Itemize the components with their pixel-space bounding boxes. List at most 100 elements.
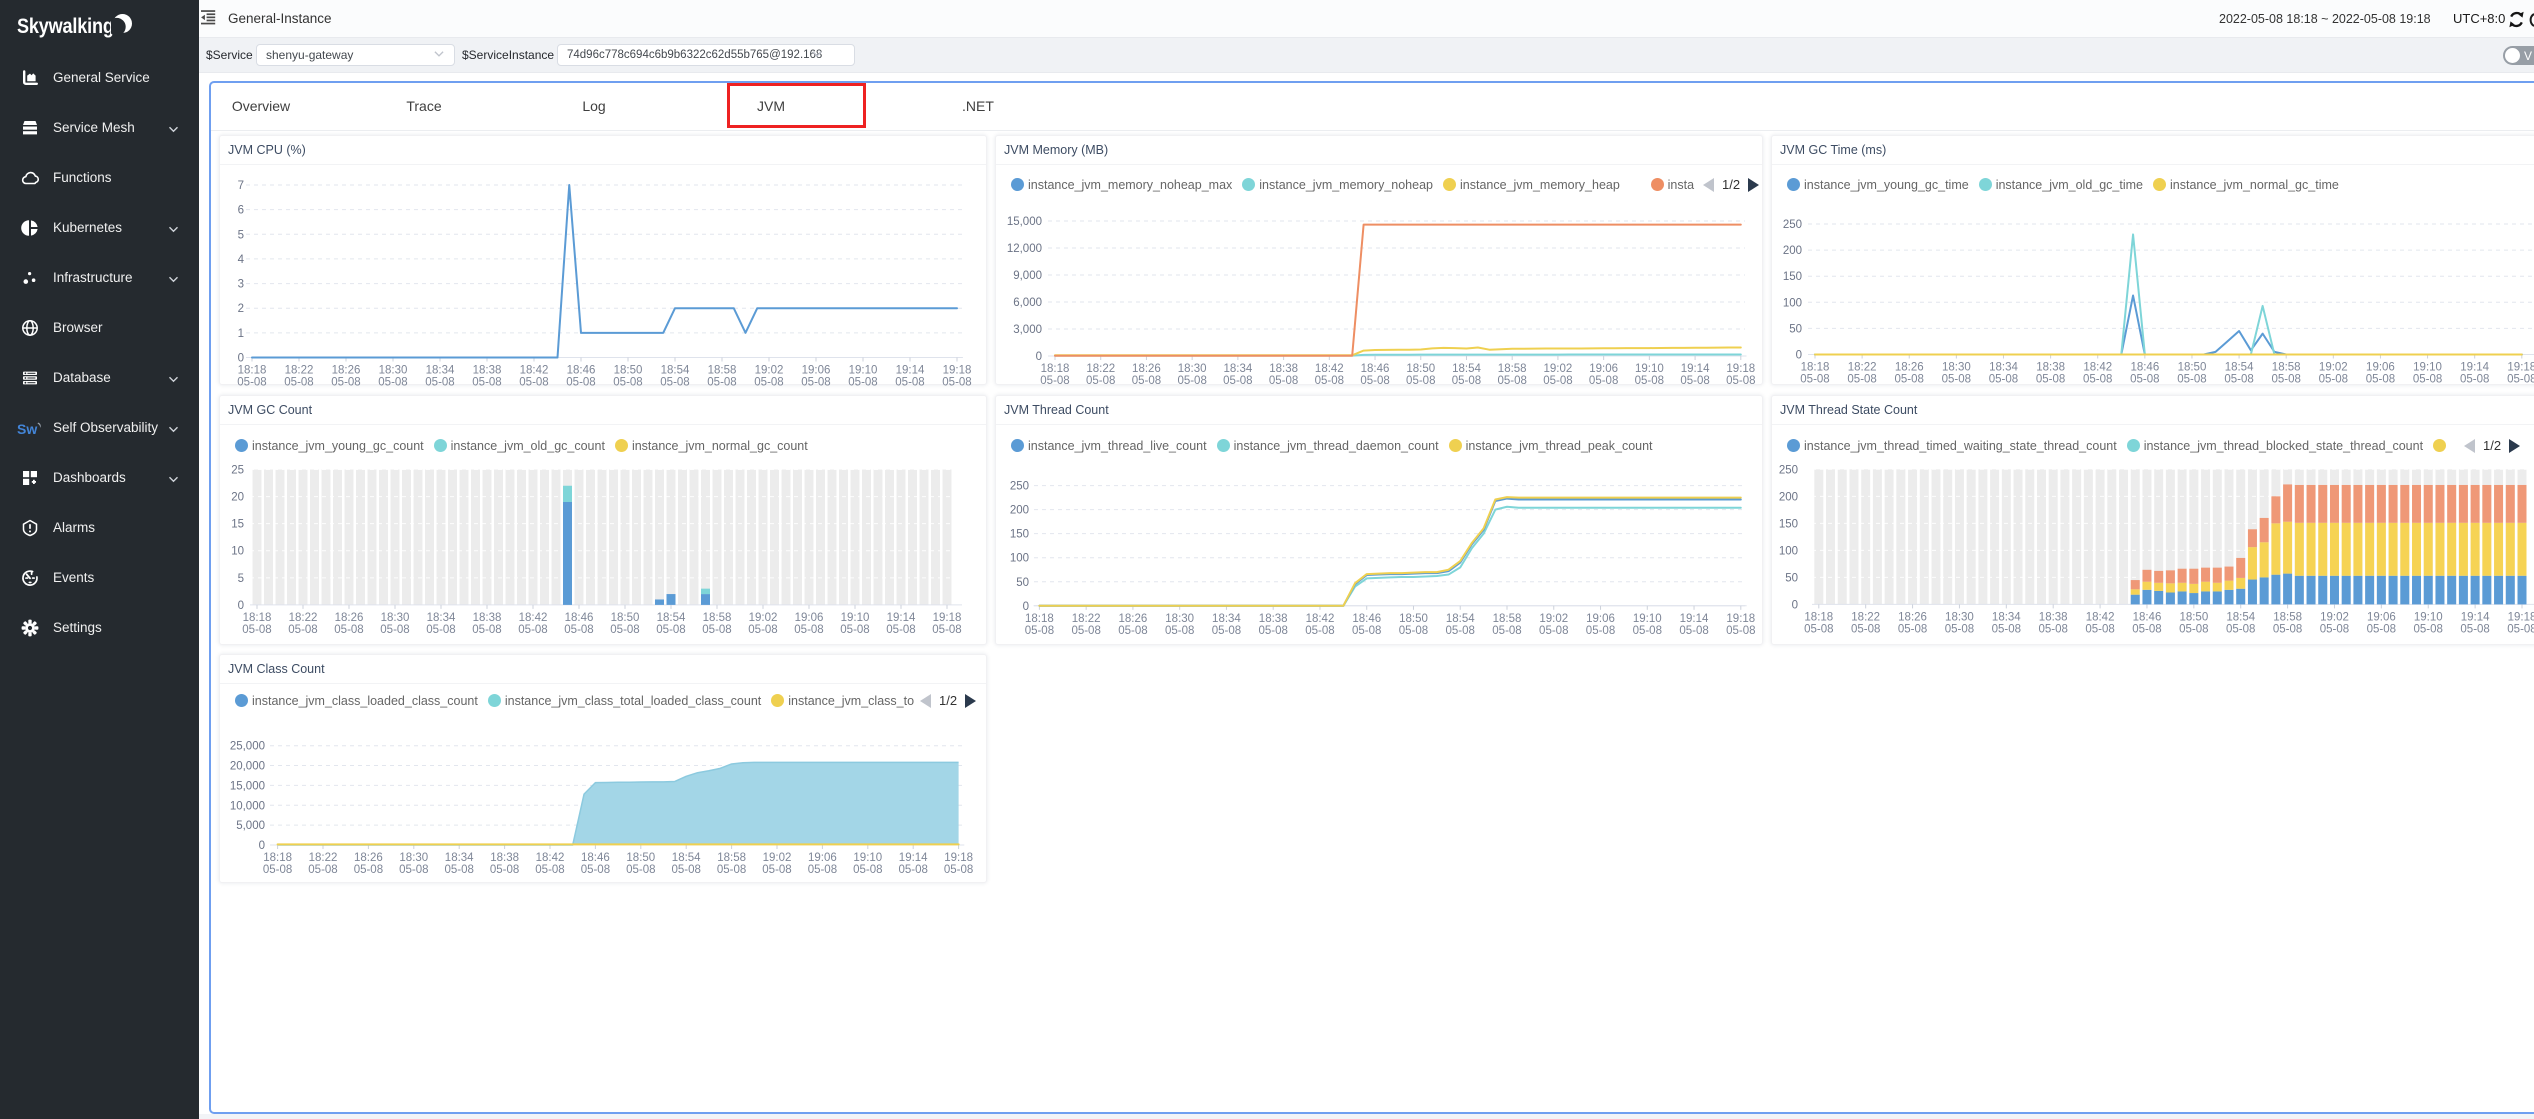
svg-text:05-08: 05-08 xyxy=(2177,374,2206,386)
svg-text:05-08: 05-08 xyxy=(762,864,791,876)
svg-text:18:18: 18:18 xyxy=(243,612,272,624)
svg-text:05-08: 05-08 xyxy=(581,864,610,876)
svg-text:05-08: 05-08 xyxy=(263,864,292,876)
svg-text:05-08: 05-08 xyxy=(1543,375,1572,387)
svg-text:18:26: 18:26 xyxy=(1895,362,1924,374)
svg-text:19:10: 19:10 xyxy=(841,612,870,624)
svg-text:05-08: 05-08 xyxy=(1223,375,1252,387)
svg-text:18:26: 18:26 xyxy=(1898,611,1927,623)
svg-text:05-08: 05-08 xyxy=(1399,625,1428,637)
svg-text:20,000: 20,000 xyxy=(230,761,265,773)
svg-text:18:42: 18:42 xyxy=(2083,362,2112,374)
svg-text:05-08: 05-08 xyxy=(1804,623,1833,635)
svg-text:05-08: 05-08 xyxy=(1406,375,1435,387)
svg-text:05-08: 05-08 xyxy=(425,377,454,389)
svg-text:05-08: 05-08 xyxy=(519,377,548,389)
svg-text:5: 5 xyxy=(238,573,244,585)
svg-text:18:54: 18:54 xyxy=(672,852,701,864)
svg-text:05-08: 05-08 xyxy=(801,377,830,389)
svg-text:05-08: 05-08 xyxy=(237,377,266,389)
svg-text:18:22: 18:22 xyxy=(1848,362,1877,374)
svg-text:05-08: 05-08 xyxy=(2038,623,2067,635)
svg-text:18:50: 18:50 xyxy=(1399,613,1428,625)
svg-text:05-08: 05-08 xyxy=(490,864,519,876)
svg-text:5: 5 xyxy=(238,229,244,241)
svg-text:19:18: 19:18 xyxy=(2508,611,2534,623)
svg-text:05-08: 05-08 xyxy=(2507,374,2534,386)
svg-text:18:18: 18:18 xyxy=(1801,362,1830,374)
svg-text:0: 0 xyxy=(1023,601,1029,613)
svg-text:18:34: 18:34 xyxy=(1223,363,1252,375)
svg-text:10,000: 10,000 xyxy=(230,800,265,812)
svg-text:05-08: 05-08 xyxy=(702,624,731,636)
svg-text:19:06: 19:06 xyxy=(1589,363,1618,375)
svg-text:19:18: 19:18 xyxy=(1726,363,1755,375)
svg-text:05-08: 05-08 xyxy=(2132,623,2161,635)
svg-text:19:02: 19:02 xyxy=(1544,363,1573,375)
svg-text:05-08: 05-08 xyxy=(334,624,363,636)
svg-text:19:02: 19:02 xyxy=(2319,362,2348,374)
svg-text:18:46: 18:46 xyxy=(2133,611,2162,623)
svg-text:1: 1 xyxy=(238,328,244,340)
svg-text:18:22: 18:22 xyxy=(285,365,314,377)
svg-text:05-08: 05-08 xyxy=(717,864,746,876)
svg-text:18:18: 18:18 xyxy=(1041,363,1070,375)
svg-text:19:06: 19:06 xyxy=(802,365,831,377)
svg-text:05-08: 05-08 xyxy=(1989,374,2018,386)
svg-text:18:50: 18:50 xyxy=(611,612,640,624)
svg-text:05-08: 05-08 xyxy=(840,624,869,636)
svg-text:18:38: 18:38 xyxy=(1259,613,1288,625)
svg-text:4: 4 xyxy=(238,254,245,266)
svg-text:19:14: 19:14 xyxy=(896,365,925,377)
svg-text:18:22: 18:22 xyxy=(1072,613,1101,625)
svg-text:19:18: 19:18 xyxy=(2507,362,2534,374)
svg-text:18:18: 18:18 xyxy=(1025,613,1054,625)
svg-text:18:34: 18:34 xyxy=(1992,611,2021,623)
svg-text:05-08: 05-08 xyxy=(2507,623,2534,635)
svg-text:18:26: 18:26 xyxy=(354,852,383,864)
svg-text:05-08: 05-08 xyxy=(1633,625,1662,637)
svg-text:19:18: 19:18 xyxy=(933,612,962,624)
svg-text:0: 0 xyxy=(238,600,244,612)
svg-text:18:46: 18:46 xyxy=(567,365,596,377)
svg-text:05-08: 05-08 xyxy=(308,864,337,876)
svg-text:18:46: 18:46 xyxy=(2130,362,2159,374)
svg-text:05-08: 05-08 xyxy=(1589,375,1618,387)
svg-text:3,000: 3,000 xyxy=(1013,324,1042,336)
svg-text:0: 0 xyxy=(1036,351,1042,363)
svg-text:05-08: 05-08 xyxy=(2085,623,2114,635)
svg-text:18:38: 18:38 xyxy=(2036,362,2065,374)
svg-text:18:26: 18:26 xyxy=(1132,363,1161,375)
svg-text:18:50: 18:50 xyxy=(614,365,643,377)
svg-text:05-08: 05-08 xyxy=(707,377,736,389)
svg-text:05-08: 05-08 xyxy=(895,377,924,389)
svg-text:05-08: 05-08 xyxy=(1635,375,1664,387)
svg-text:05-08: 05-08 xyxy=(1942,374,1971,386)
svg-text:05-08: 05-08 xyxy=(1258,625,1287,637)
svg-text:18:38: 18:38 xyxy=(473,365,502,377)
svg-text:18:34: 18:34 xyxy=(426,365,455,377)
svg-text:18:34: 18:34 xyxy=(1212,613,1241,625)
svg-text:18:54: 18:54 xyxy=(2225,362,2254,374)
svg-text:05-08: 05-08 xyxy=(1851,623,1880,635)
svg-text:18:30: 18:30 xyxy=(1165,613,1194,625)
svg-text:05-08: 05-08 xyxy=(1452,375,1481,387)
svg-text:05-08: 05-08 xyxy=(1315,375,1344,387)
svg-text:05-08: 05-08 xyxy=(1352,625,1381,637)
svg-text:05-08: 05-08 xyxy=(932,624,961,636)
svg-text:18:58: 18:58 xyxy=(708,365,737,377)
svg-text:18:50: 18:50 xyxy=(1406,363,1435,375)
svg-text:18:42: 18:42 xyxy=(1315,363,1344,375)
svg-text:05-08: 05-08 xyxy=(1177,375,1206,387)
svg-text:05-08: 05-08 xyxy=(2460,374,2489,386)
svg-text:18:46: 18:46 xyxy=(1352,613,1381,625)
svg-text:7: 7 xyxy=(238,180,244,192)
svg-text:05-08: 05-08 xyxy=(1945,623,1974,635)
svg-text:25,000: 25,000 xyxy=(230,741,265,753)
svg-text:05-08: 05-08 xyxy=(1132,375,1161,387)
svg-text:05-08: 05-08 xyxy=(1040,375,1069,387)
svg-text:18:38: 18:38 xyxy=(473,612,502,624)
svg-text:05-08: 05-08 xyxy=(2273,623,2302,635)
svg-text:05-08: 05-08 xyxy=(1586,625,1615,637)
svg-text:05-08: 05-08 xyxy=(1726,625,1755,637)
